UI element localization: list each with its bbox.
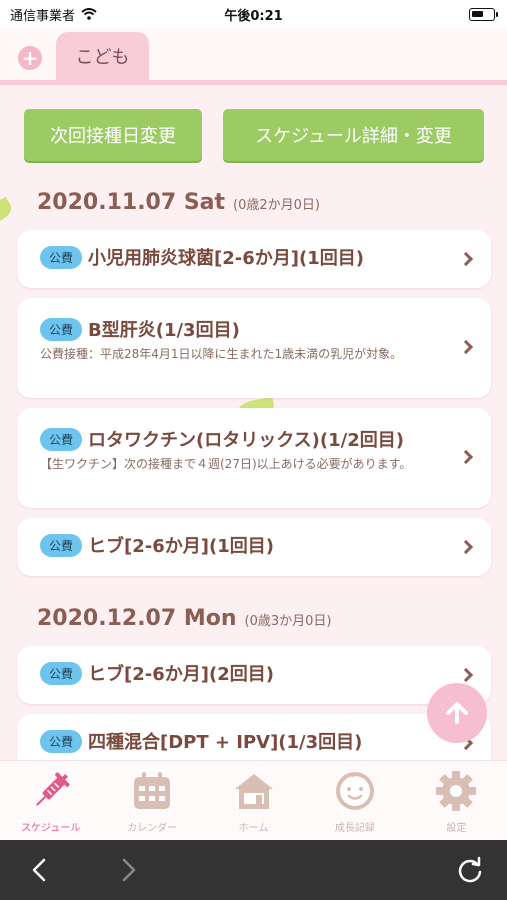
wifi-icon bbox=[81, 8, 97, 20]
chevron-right-icon bbox=[458, 251, 474, 267]
chevron-right-icon bbox=[458, 339, 474, 355]
bottom-nav: スケジュール カレンダー ホーム 成長記録 設定 bbox=[0, 760, 507, 840]
nav-calendar[interactable]: カレンダー bbox=[101, 761, 202, 840]
schedule-detail-button[interactable]: スケジュール詳細・変更 bbox=[223, 109, 484, 161]
status-bar: 通信事業者 午後0:21 bbox=[0, 0, 507, 28]
vaccine-note: 【生ワクチン】次の接種まで４週(27日)以上あける必要があります。 bbox=[40, 457, 412, 471]
chevron-right-icon bbox=[458, 449, 474, 465]
child-age: (0歳3か月0日) bbox=[244, 614, 332, 629]
calendar-icon bbox=[134, 772, 171, 809]
battery-icon bbox=[469, 8, 498, 21]
public-funded-badge: 公費 bbox=[40, 245, 82, 269]
schedule-date: 2020.11.07 Sat bbox=[37, 190, 226, 215]
child-age: (0歳2か月0日) bbox=[233, 198, 321, 213]
schedule-date: 2020.12.07 Mon bbox=[37, 606, 237, 631]
nav-schedule[interactable]: スケジュール bbox=[0, 761, 101, 840]
carrier-info: 通信事業者 bbox=[10, 5, 97, 24]
vaccine-title: 小児用肺炎球菌[2-6か月](1回目) bbox=[88, 248, 364, 269]
nav-settings[interactable]: 設定 bbox=[406, 761, 507, 840]
vaccine-title: ヒブ[2-6か月](1回目) bbox=[88, 536, 274, 557]
vaccine-card[interactable]: 公費 ヒブ[2-6か月](1回目) bbox=[17, 518, 491, 576]
nav-label: ホーム bbox=[238, 823, 269, 834]
nav-growth[interactable]: 成長記録 bbox=[304, 761, 405, 840]
public-funded-badge: 公費 bbox=[40, 661, 82, 685]
date-header: 2020.12.07 Mon (0歳3か月0日) bbox=[37, 606, 331, 631]
public-funded-badge: 公費 bbox=[40, 533, 82, 557]
chevron-right-icon bbox=[458, 667, 474, 683]
add-child-button[interactable]: + bbox=[18, 46, 42, 70]
chevron-right-icon bbox=[458, 539, 474, 555]
vaccine-card[interactable]: 公費 ヒブ[2-6か月](2回目) bbox=[17, 646, 491, 704]
nav-label: カレンダー bbox=[127, 823, 178, 834]
vaccine-card[interactable]: 公費 四種混合[DPT + IPV](1/3回目) bbox=[17, 714, 491, 760]
back-arrow-icon[interactable] bbox=[28, 858, 52, 882]
browser-toolbar bbox=[0, 840, 507, 900]
vaccine-title: ヒブ[2-6か月](2回目) bbox=[88, 664, 274, 685]
change-next-date-button[interactable]: 次回接種日変更 bbox=[24, 109, 202, 161]
nav-label: 成長記録 bbox=[334, 823, 375, 834]
vaccine-title: ロタワクチン(ロタリックス)(1/2回目) bbox=[88, 430, 404, 451]
baby-face-icon bbox=[335, 772, 374, 810]
gear-icon bbox=[436, 771, 477, 811]
vaccine-card[interactable]: 公費 B型肝炎(1/3回目) 公費接種：平成28年4月1日以降に生まれた1歳未満… bbox=[17, 298, 491, 398]
home-icon bbox=[234, 774, 273, 809]
reload-icon[interactable] bbox=[456, 856, 484, 884]
date-header: 2020.11.07 Sat (0歳2か月0日) bbox=[37, 190, 320, 215]
vaccine-title: 四種混合[DPT + IPV](1/3回目) bbox=[88, 732, 363, 753]
arrow-up-icon bbox=[446, 702, 468, 724]
leaf-decoration bbox=[0, 196, 15, 226]
carrier-name: 通信事業者 bbox=[10, 8, 76, 24]
vaccine-note: 公費接種：平成28年4月1日以降に生まれた1歳未満の乳児が対象。 bbox=[40, 347, 403, 361]
forward-arrow-icon[interactable] bbox=[116, 858, 140, 882]
schedule-list[interactable]: 次回接種日変更 スケジュール詳細・変更 2020.11.07 Sat (0歳2か… bbox=[0, 90, 507, 760]
scroll-to-top-button[interactable] bbox=[427, 683, 487, 743]
nav-label: スケジュール bbox=[21, 823, 81, 834]
child-tab-bar: + こども bbox=[0, 28, 507, 85]
nav-label: 設定 bbox=[446, 823, 467, 834]
tab-child[interactable]: こども bbox=[56, 32, 149, 80]
public-funded-badge: 公費 bbox=[40, 427, 82, 451]
vaccine-card[interactable]: 公費 小児用肺炎球菌[2-6か月](1回目) bbox=[17, 230, 491, 288]
vaccine-title: B型肝炎(1/3回目) bbox=[88, 320, 240, 341]
nav-home[interactable]: ホーム bbox=[203, 761, 304, 840]
syringe-icon bbox=[35, 772, 70, 806]
vaccine-card[interactable]: 公費 ロタワクチン(ロタリックス)(1/2回目) 【生ワクチン】次の接種まで４週… bbox=[17, 408, 491, 508]
public-funded-badge: 公費 bbox=[40, 317, 82, 341]
public-funded-badge: 公費 bbox=[40, 729, 82, 753]
